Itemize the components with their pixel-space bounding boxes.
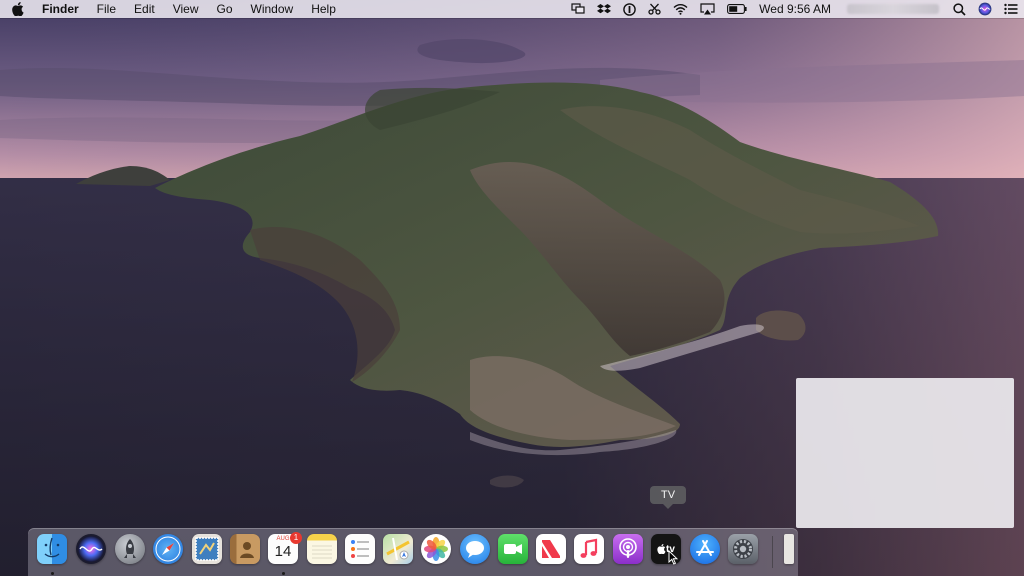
apple-menu-icon[interactable] xyxy=(0,0,36,18)
battery-icon[interactable] xyxy=(721,0,753,18)
dropbox-icon[interactable] xyxy=(591,0,617,18)
calendar-running-indicator xyxy=(282,572,285,575)
menu-view[interactable]: View xyxy=(164,0,208,18)
dock-music-icon[interactable] xyxy=(574,534,604,564)
dock-safari-icon[interactable] xyxy=(153,534,183,564)
menu-edit[interactable]: Edit xyxy=(125,0,164,18)
dock-notes-icon[interactable] xyxy=(307,534,337,564)
dock-facetime-icon[interactable] xyxy=(498,534,528,564)
scissors-icon[interactable] xyxy=(642,0,667,18)
menubar-clock[interactable]: Wed 9:56 AM xyxy=(753,2,839,16)
dock-document-icon[interactable] xyxy=(784,534,794,564)
menu-help[interactable]: Help xyxy=(302,0,345,18)
apple-logo-icon xyxy=(657,544,666,554)
overlay-panel xyxy=(796,378,1014,528)
dock-reminders-icon[interactable] xyxy=(345,534,375,564)
menu-bar: Finder File Edit View Go Window Help Wed… xyxy=(0,0,1024,18)
menu-app-finder[interactable]: Finder xyxy=(36,0,88,18)
1password-icon[interactable] xyxy=(617,0,642,18)
dock-news-icon[interactable] xyxy=(536,534,566,564)
user-name-blurred[interactable] xyxy=(847,4,939,14)
dock-separator xyxy=(772,536,773,568)
calendar-notification-badge: 1 xyxy=(290,532,302,544)
dock-siri-icon[interactable] xyxy=(76,534,106,564)
dock-contacts-icon[interactable] xyxy=(230,534,260,564)
screen-mirroring-icon[interactable] xyxy=(565,0,591,18)
menu-file[interactable]: File xyxy=(88,0,125,18)
dock-system-preferences-icon[interactable] xyxy=(728,534,758,564)
dock-launchpad-icon[interactable] xyxy=(115,534,145,564)
spotlight-search-icon[interactable] xyxy=(947,0,972,18)
siri-icon[interactable] xyxy=(972,0,998,18)
dock-app-store-icon[interactable] xyxy=(690,534,720,564)
dock-tooltip-tv: TV xyxy=(650,486,686,509)
dock: AUG 14 1 tv xyxy=(28,528,798,576)
finder-running-indicator xyxy=(51,572,54,575)
calendar-day: 14 xyxy=(274,543,292,560)
mouse-cursor-icon xyxy=(668,549,679,570)
dock-mail-icon[interactable] xyxy=(192,534,222,564)
dock-messages-icon[interactable] xyxy=(460,534,490,564)
menu-go[interactable]: Go xyxy=(208,0,242,18)
notification-center-icon[interactable] xyxy=(998,0,1024,18)
menu-window[interactable]: Window xyxy=(242,0,303,18)
dock-maps-icon[interactable] xyxy=(383,534,413,564)
wifi-icon[interactable] xyxy=(667,0,694,18)
dock-photos-icon[interactable] xyxy=(421,534,451,564)
dock-podcasts-icon[interactable] xyxy=(613,534,643,564)
airplay-icon[interactable] xyxy=(694,0,721,18)
dock-finder-icon[interactable] xyxy=(37,534,67,564)
